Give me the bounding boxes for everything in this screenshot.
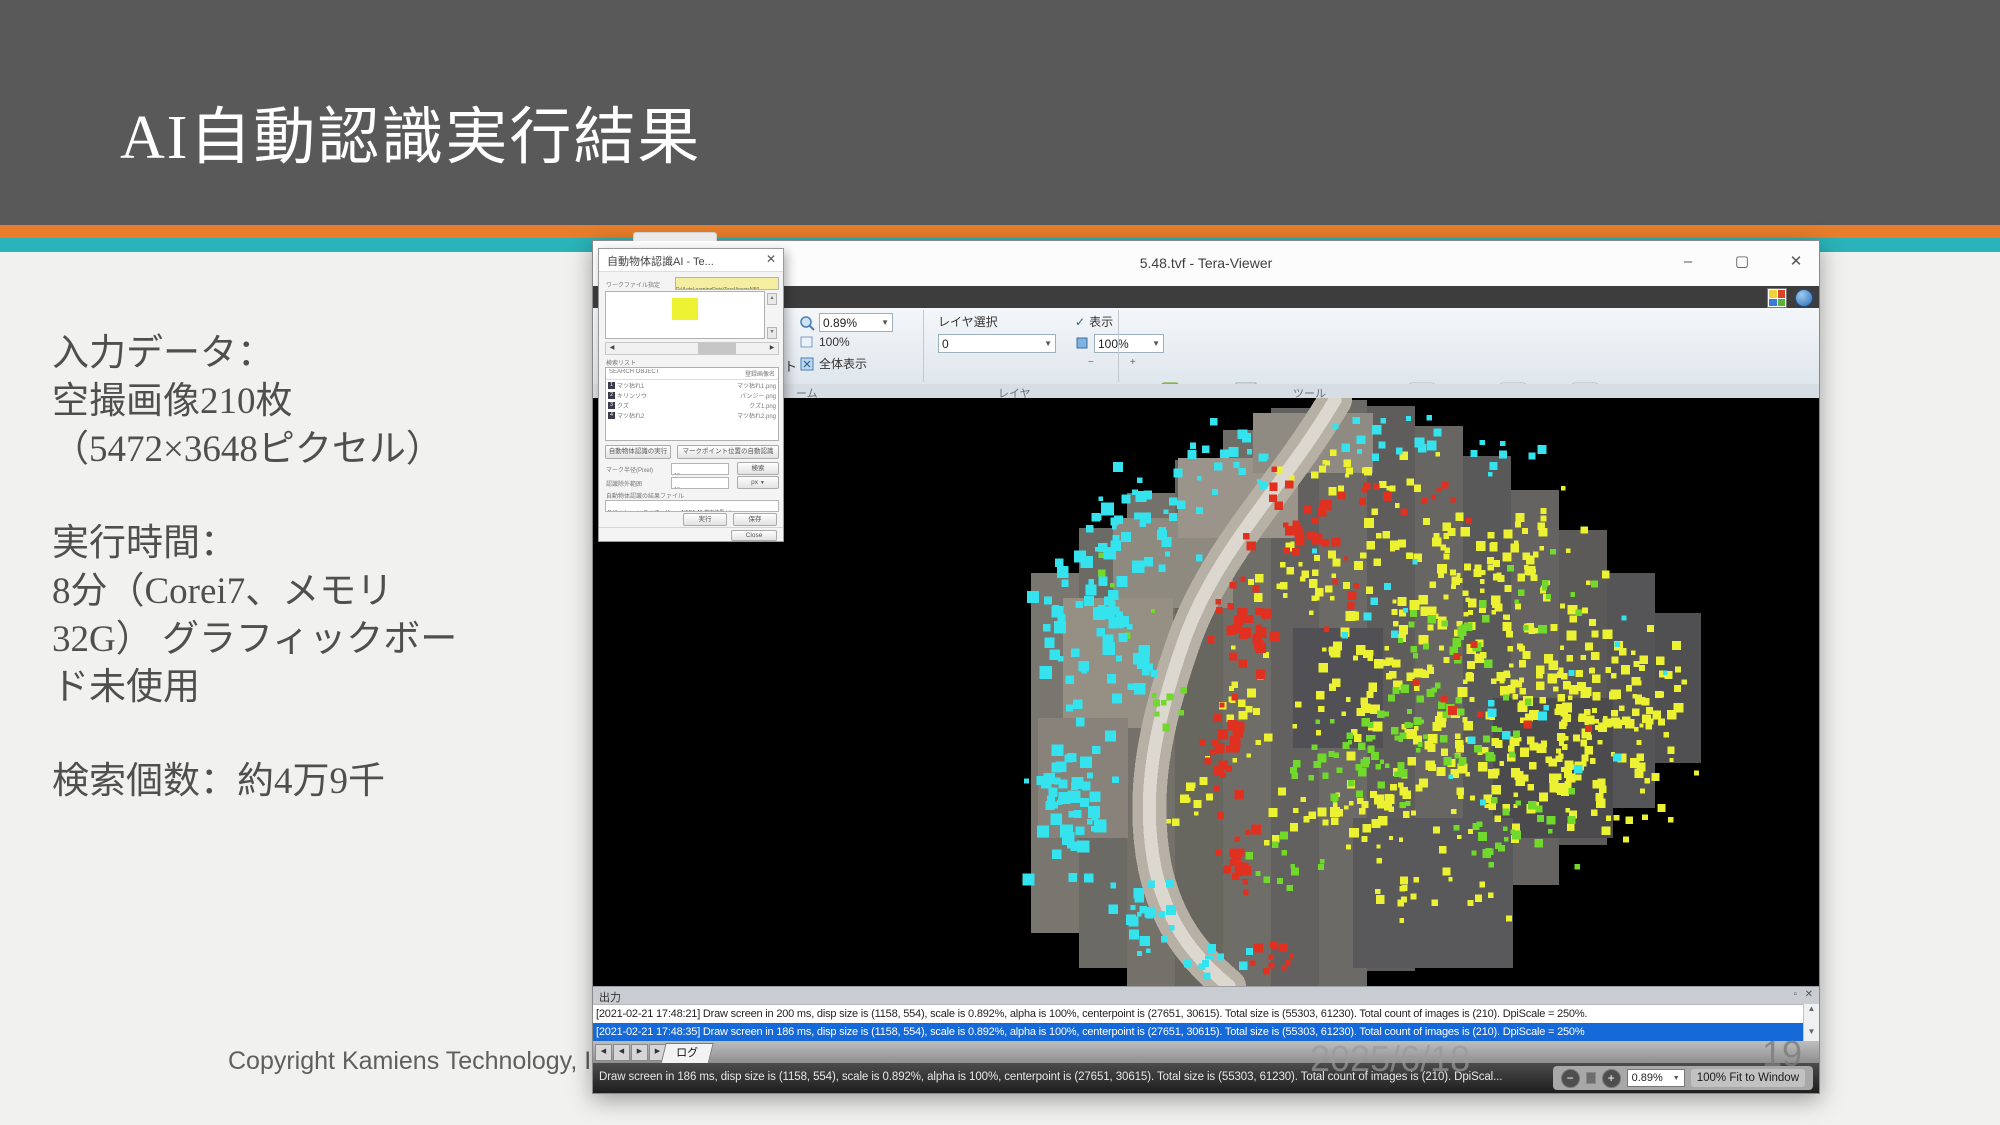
show-label: 表示 [1089,313,1113,330]
radius-input[interactable]: 10 [671,463,729,475]
dialog-titlebar[interactable]: 自動物体認識AI - Te... ✕ [599,249,783,272]
palette-grid-icon[interactable] [1767,288,1787,308]
hscroll-thumb[interactable] [698,343,736,354]
zoom-in-button[interactable]: + [1602,1069,1621,1088]
search-object-list[interactable]: SEARCH OBJECT 登録画像名 1 マツ枯れ1 マツ枯れ1.png 2 … [605,367,779,441]
spacer [52,712,552,758]
zoom-100-label[interactable]: 100% [819,335,850,349]
exclude-unit-dropdown[interactable]: px ▼ [737,476,779,489]
log-list: [2021-02-21 17:48:21] Draw screen in 200… [593,1004,1804,1042]
dialog-close-button[interactable]: Close [731,530,777,541]
tab-nav-first-button[interactable]: ◀ [595,1044,612,1061]
chevron-down-icon: ▼ [881,318,889,327]
mark-recognition-button[interactable]: マークポイント位置の自動認識 [677,445,779,459]
body-line: 検索個数：約4万9千 [52,758,552,806]
body-line: 入力データ： [52,330,552,378]
scroll-down-icon[interactable]: ▼ [1804,1027,1819,1036]
log-tab-strip: ◀ ◀ ▶ ▶ ログ [593,1041,1819,1063]
slide-title: AI自動認識実行結果 [120,86,701,176]
orange-divider [0,225,2000,238]
slide: AI自動認識実行結果 入力データ： 空撮画像210枚 （5472×3648ピクセ… [0,0,2000,1125]
result-file-label: 自動物体認識の結果ファイル [606,491,756,500]
zoom-percent-combo[interactable]: 0.89% ▼ [819,313,893,332]
chevron-down-icon: ▼ [1673,1075,1680,1082]
dialog-title: 自動物体認識AI - Te... [607,253,714,269]
tab-log[interactable]: ログ [660,1043,713,1065]
zoom-magnifier-icon [799,315,815,331]
layer-minus-button[interactable]: − [1088,357,1094,368]
dialog-divider [599,527,783,528]
scroll-right-icon[interactable]: ▶ [766,343,778,354]
result-file-field[interactable]: D:\AutoLearningData\TeraViewerAI50\5.48-… [605,500,779,512]
chevron-down-icon: ▼ [760,480,765,486]
log-line-selected[interactable]: [2021-02-21 17:48:35] Draw screen in 186… [593,1023,1804,1041]
log-line[interactable]: [2021-02-21 17:48:21] Draw screen in 200… [593,1005,1804,1023]
body-line: ド未使用 [52,664,552,712]
list-header-image: 登録画像名 [745,369,775,378]
footer-date: 2025/6/18 [1310,1038,1470,1080]
run-recognition-button[interactable]: 自動物体認識の実行 [605,445,671,459]
workfile-field[interactable]: D:\AutoLearningData\TeraViewerAI50 [675,277,779,290]
workfile-label: ワークファイル指定 [606,280,670,289]
show-check-icon[interactable]: ✓ [1075,315,1085,329]
layer-opacity-combo[interactable]: 100% ▼ [1094,334,1164,353]
spacer [52,474,552,520]
body-line: （5472×3648ピクセル） [52,426,552,474]
close-button[interactable]: ✕ [1781,249,1811,275]
apply-button[interactable]: 実行 [683,513,727,526]
search-list-label: 検索リスト [606,358,636,367]
body-line: 実行時間： [52,520,552,568]
layer-select-label: レイヤ選択 [938,313,998,330]
layer-opacity-icon [1075,336,1090,351]
body-text: 入力データ： 空撮画像210枚 （5472×3648ピクセル） 実行時間： 8分… [52,330,552,806]
page-number: 19 [1762,1033,1802,1075]
help-globe-icon[interactable] [1795,289,1813,307]
fit-view-label[interactable]: 全体表示 [819,355,867,372]
search-button[interactable]: 検索 [737,462,779,475]
chevron-down-icon: ▼ [1152,339,1160,348]
radius-label: マーク半径(Pixel) [606,465,666,474]
list-item[interactable]: 2 キリンソウ パンジー.png [606,390,778,400]
zoom-100-icon [799,334,815,350]
tab-nav-prev-button[interactable]: ◀ [613,1044,630,1061]
list-item[interactable]: 3 クズ クズ1.png [606,400,778,410]
log-scrollbar[interactable]: ▲ ▼ [1803,1004,1819,1041]
exclude-input[interactable]: 10 [671,477,729,489]
output-panel-title: 出力 [599,989,621,1005]
exclude-label: 認識除外範囲 [606,479,666,488]
body-line: 8分（Corei7、メモリ [52,568,552,616]
fit-view-icon [799,356,815,372]
maximize-button[interactable]: ▢ [1727,249,1757,275]
preview-spinner: ▲ ▼ [767,293,777,339]
scroll-left-icon[interactable]: ◀ [606,343,618,354]
list-header-object: SEARCH OBJECT [609,369,659,378]
spin-up-icon[interactable]: ▲ [767,293,777,305]
chevron-down-icon: ▼ [1044,339,1052,348]
output-panel-header[interactable]: 出力 ▫ ✕ [593,986,1819,1005]
body-line: 空撮画像210枚 [52,378,552,426]
minimize-button[interactable]: – [1673,249,1703,275]
pin-icon[interactable]: ▫ [1793,989,1797,1000]
selected-template-swatch [672,298,698,320]
body-line: 32G） グラフィックボー [52,616,552,664]
layer-select-combo[interactable]: 0 ▼ [938,334,1056,353]
auto-recognition-ai-dialog: 自動物体認識AI - Te... ✕ ワークファイル指定 D:\AutoLear… [598,248,784,542]
output-close-icon[interactable]: ✕ [1805,989,1813,1000]
layer-plus-button[interactable]: + [1130,357,1136,368]
list-item[interactable]: 1 マツ枯れ1 マツ枯れ1.png [606,380,778,390]
preview-hscrollbar[interactable]: ◀ ▶ [605,342,779,355]
dialog-close-icon[interactable]: ✕ [766,252,776,266]
scroll-up-icon[interactable]: ▲ [1804,1004,1819,1013]
tab-nav-next-button[interactable]: ▶ [631,1044,648,1061]
spin-down-icon[interactable]: ▼ [767,327,777,339]
status-bar: Draw screen in 186 ms, disp size is (115… [593,1063,1819,1093]
template-preview[interactable] [605,291,765,339]
copyright-text: Copyright Kamiens Technology, Inc [228,1047,618,1076]
zoom-out-button[interactable]: − [1561,1069,1580,1088]
status-zoom-combo[interactable]: 0.89% ▼ [1627,1069,1685,1087]
save-button[interactable]: 保存 [733,513,777,526]
zoom-slider-handle[interactable] [1586,1072,1596,1084]
list-item[interactable]: 4 マツ枯れ2 マツ枯れ2.png [606,410,778,420]
